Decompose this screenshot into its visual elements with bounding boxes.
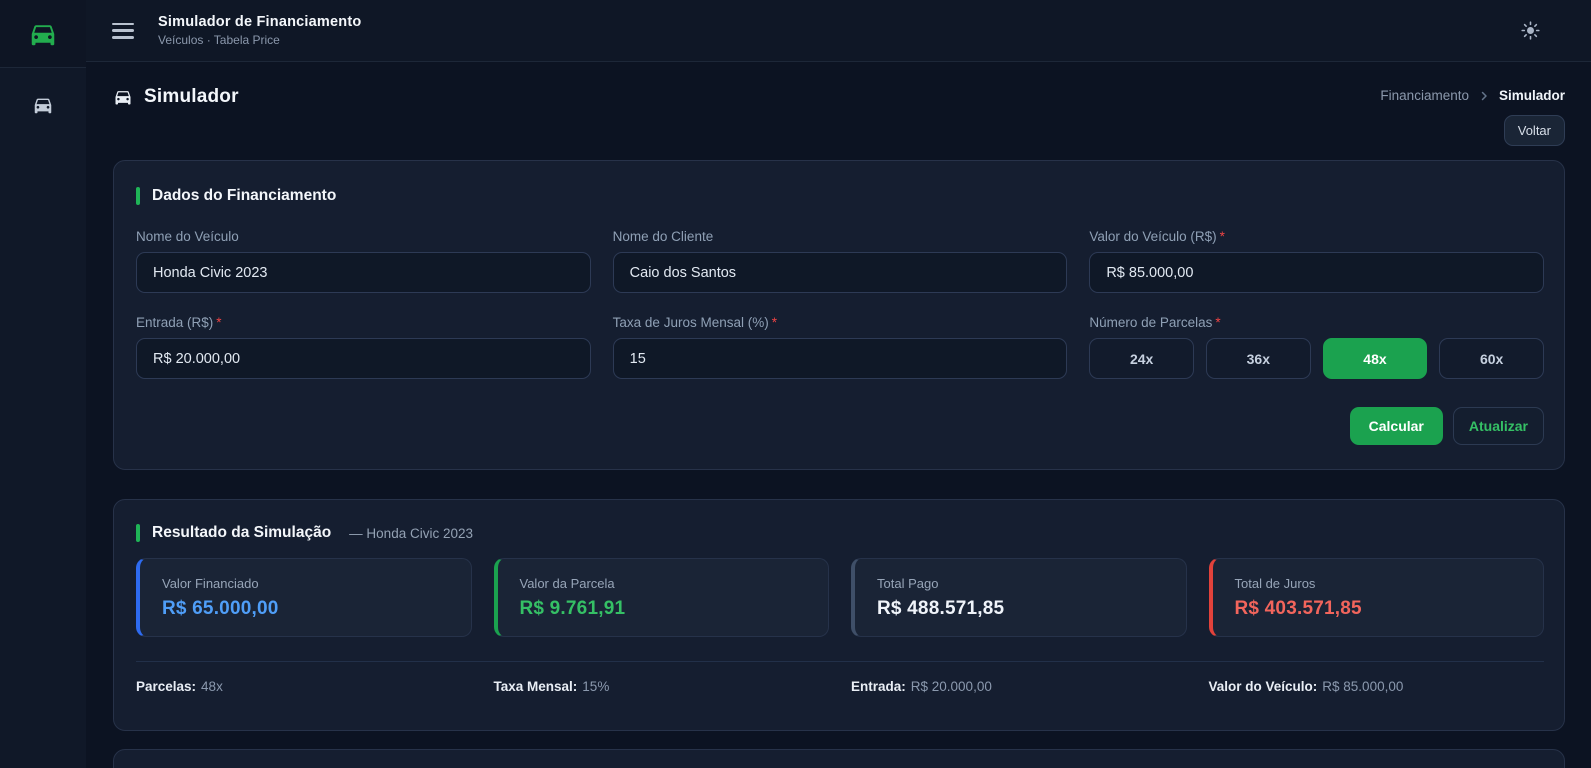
summary-installments: Parcelas: 48x	[136, 679, 223, 694]
down-payment-input[interactable]	[136, 338, 591, 379]
vehicle-value-label: Valor do Veículo (R$)	[1089, 229, 1217, 244]
green-accent-bar	[136, 524, 140, 542]
field-installments: Número de Parcelas * 24x 36x 48x 60x	[1089, 315, 1544, 379]
installments-options: 24x 36x 48x 60x	[1089, 338, 1544, 379]
sidebar-nav	[0, 68, 86, 124]
main-area: Simulador de Financiamento Veículos · Ta…	[86, 0, 1591, 768]
field-down-payment: Entrada (R$) *	[136, 315, 591, 379]
app-titles: Simulador de Financiamento Veículos · Ta…	[158, 14, 361, 47]
stat-total-paid: Total Pago R$ 488.571,85	[851, 558, 1187, 637]
summary-down-payment: Entrada: R$ 20.000,00	[851, 679, 992, 694]
sidebar-item-vehicles[interactable]	[22, 86, 64, 124]
car-icon	[113, 87, 133, 107]
result-card-title: Resultado da Simulação	[152, 524, 332, 541]
field-vehicle-name: Nome do Veículo	[136, 229, 591, 293]
simulation-result-card: Resultado da Simulação — Honda Civic 202…	[113, 499, 1565, 731]
result-card-subtitle: — Honda Civic 2023	[349, 525, 473, 541]
calculate-button[interactable]: Calcular	[1349, 407, 1443, 445]
stat-installment-value: Valor da Parcela R$ 9.761,91	[493, 558, 829, 637]
breadcrumb-parent[interactable]: Financiamento	[1380, 88, 1469, 103]
sidebar	[0, 0, 86, 768]
hamburger-icon[interactable]	[112, 22, 134, 39]
stat-label: Total de Juros	[1234, 576, 1316, 591]
down-payment-label: Entrada (R$)	[136, 315, 214, 330]
summary-row: Parcelas: 48x Taxa Mensal: 15% Entrada: R$ …	[136, 662, 1544, 710]
topbar: Simulador de Financiamento Veículos · Ta…	[86, 0, 1591, 62]
interest-rate-input[interactable]	[612, 338, 1068, 379]
page-title-group: Simulador	[113, 86, 239, 108]
field-interest-rate: Taxa de Juros Mensal (%) *	[612, 315, 1068, 379]
interest-rate-label: Taxa de Juros Mensal (%)	[612, 315, 769, 330]
car-icon	[32, 94, 54, 116]
vehicle-name-input[interactable]	[136, 252, 591, 293]
back-button[interactable]: Voltar	[1503, 115, 1565, 146]
stat-label: Valor Financiado	[162, 576, 259, 591]
stats-grid: Valor Financiado R$ 65.000,00 Valor da P…	[136, 558, 1544, 637]
summary-monthly-rate: Taxa Mensal: 15%	[493, 679, 610, 694]
chevron-right-icon	[1478, 90, 1490, 102]
vehicle-name-label: Nome do Veículo	[136, 229, 239, 244]
stat-label: Total Pago	[877, 576, 939, 591]
stat-value: R$ 403.571,85	[1234, 598, 1362, 619]
installments-option-60x[interactable]: 60x	[1439, 338, 1544, 379]
page-head: Simulador Financiamento Simulador Voltar	[113, 86, 1565, 146]
required-mark: *	[771, 315, 777, 330]
installments-option-36x[interactable]: 36x	[1205, 338, 1311, 379]
required-mark: *	[1219, 229, 1225, 244]
field-vehicle-value: Valor do Veículo (R$) *	[1089, 229, 1544, 293]
financing-form-card: Dados do Financiamento Nome do Veículo N…	[113, 160, 1565, 470]
stat-value: R$ 9.761,91	[519, 598, 626, 619]
next-section-card	[113, 749, 1565, 768]
breadcrumb-current: Simulador	[1498, 88, 1565, 103]
stat-total-interest: Total de Juros R$ 403.571,85	[1208, 558, 1544, 637]
form-card-title-row: Dados do Financiamento	[136, 187, 1544, 205]
stat-value: R$ 488.571,85	[877, 598, 1005, 619]
theme-toggle-button[interactable]	[1515, 16, 1545, 46]
result-card-title-row: Resultado da Simulação — Honda Civic 202…	[136, 524, 1544, 542]
field-client-name: Nome do Cliente	[612, 229, 1068, 293]
form-actions: Calcular Atualizar	[136, 407, 1544, 445]
required-mark: *	[216, 315, 222, 330]
sun-icon	[1521, 21, 1540, 40]
update-button[interactable]: Atualizar	[1452, 407, 1544, 445]
stat-value: R$ 65.000,00	[162, 598, 279, 619]
green-accent-bar	[136, 187, 140, 205]
required-mark: *	[1215, 315, 1221, 330]
page-title: Simulador	[144, 86, 239, 107]
form-grid: Nome do Veículo Nome do Cliente Valor do…	[136, 229, 1544, 379]
app-logo[interactable]	[0, 0, 86, 68]
app-subtitle: Veículos · Tabela Price	[158, 33, 280, 47]
installments-label: Número de Parcelas	[1089, 315, 1213, 330]
app-title: Simulador de Financiamento	[158, 14, 362, 30]
car-icon	[28, 19, 58, 49]
installments-option-48x[interactable]: 48x	[1322, 338, 1428, 379]
installments-option-24x[interactable]: 24x	[1089, 338, 1194, 379]
client-name-input[interactable]	[612, 252, 1068, 293]
page-head-right: Financiamento Simulador Voltar	[1380, 86, 1565, 146]
summary-vehicle-value: Valor do Veículo: R$ 85.000,00	[1208, 679, 1404, 694]
breadcrumb: Financiamento Simulador	[1380, 88, 1565, 103]
page-content: Simulador Financiamento Simulador Voltar…	[86, 62, 1591, 768]
stat-financed-amount: Valor Financiado R$ 65.000,00	[136, 558, 472, 637]
vehicle-value-input[interactable]	[1089, 252, 1544, 293]
stat-label: Valor da Parcela	[519, 576, 615, 591]
client-name-label: Nome do Cliente	[612, 229, 714, 244]
form-card-title: Dados do Financiamento	[152, 187, 337, 204]
